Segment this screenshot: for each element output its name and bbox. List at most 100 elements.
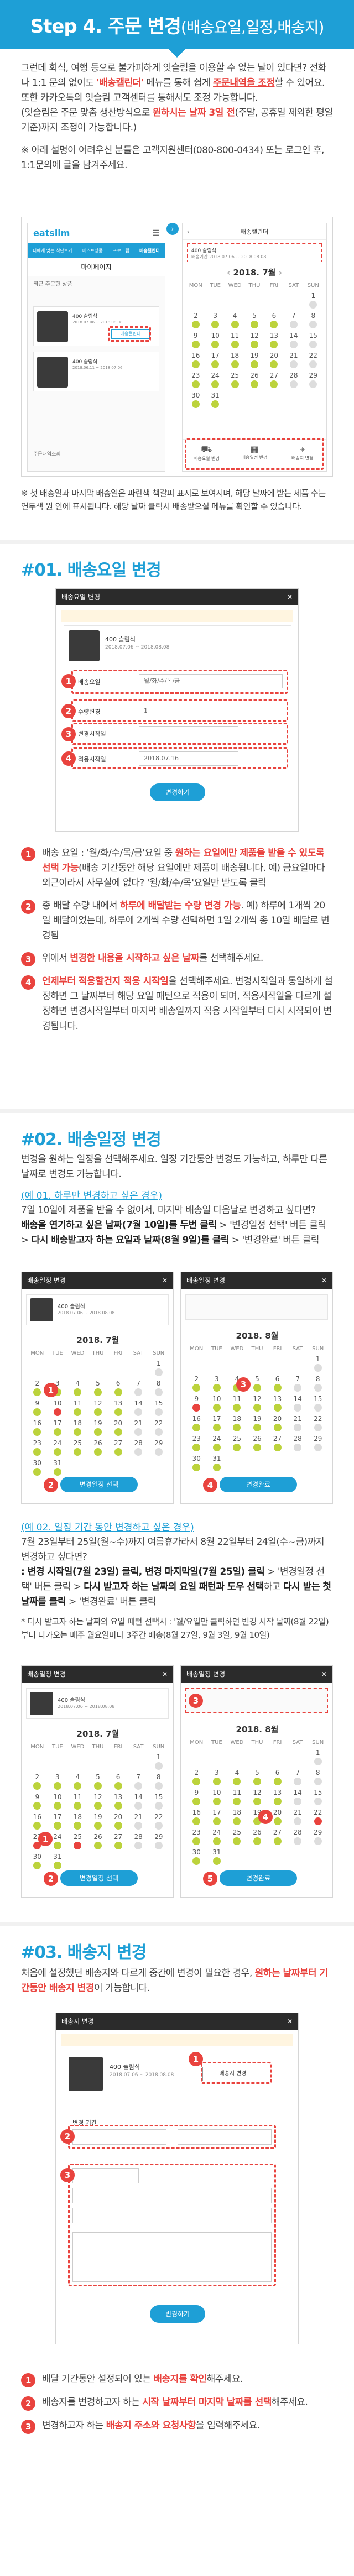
calendar-day[interactable]: 2 [186,1375,207,1392]
calendar-day[interactable]: 8 [148,1773,169,1790]
calendar-day[interactable]: 23 [27,1439,48,1456]
apply-button[interactable]: 변경하기 [150,2305,205,2323]
calendar-day[interactable]: 30 [186,1455,207,1471]
calendar-day[interactable]: 10 [207,1395,227,1412]
calendar-day[interactable]: 3 [207,1769,227,1785]
calendar-day[interactable]: 5 [244,312,264,328]
calendar-day[interactable]: 30 [27,1853,48,1869]
calendar-day[interactable]: 1 [308,1749,328,1765]
calendar-day[interactable]: 24 [205,372,225,388]
calendar-day[interactable]: 13 [267,1789,288,1805]
calendar-day[interactable]: 10 [48,1399,68,1416]
calendar-day[interactable]: 27 [264,372,284,388]
close-icon[interactable]: ✕ [287,589,293,605]
calendar-day[interactable]: 12 [244,332,264,348]
calendar-day[interactable]: 31 [205,391,225,408]
calendar-day[interactable]: 18 [227,1415,247,1431]
calendar-day[interactable]: 25 [227,1435,247,1451]
calendar-day[interactable]: 3 [207,1375,227,1392]
calendar-day[interactable]: 24 [48,1439,68,1456]
calendar-day[interactable]: 18 [227,1809,247,1825]
calendar-day[interactable]: 21 [128,1419,149,1436]
calendar-day[interactable]: 16 [27,1813,48,1830]
menu-icon[interactable]: ☰ [152,229,159,238]
calendar-day[interactable]: 22 [304,352,323,368]
calendar-day[interactable]: 14 [128,1793,149,1810]
calendar-day[interactable]: 29 [148,1439,169,1456]
calendar-day[interactable]: 11 [227,1395,247,1412]
calendar-day[interactable]: 16 [186,1415,207,1431]
calendar-day[interactable]: 13 [264,332,284,348]
calendar-day[interactable]: 26 [244,372,264,388]
calendar-day[interactable]: 9 [186,1395,207,1412]
calendar-day[interactable]: 28 [288,1828,308,1845]
calendar-day[interactable]: 25 [67,1439,88,1456]
calendar-day[interactable]: 6 [108,1380,128,1396]
calendar-day[interactable]: 17 [205,352,225,368]
calendar-day[interactable]: 11 [225,332,244,348]
calendar-day[interactable]: 27 [108,1833,128,1849]
calendar-day[interactable]: 11 [67,1399,88,1416]
calendar-day[interactable]: 3 [48,1773,68,1790]
nav-item[interactable]: 베스트상품 [82,248,103,254]
calendar-day[interactable]: 21 [288,1415,308,1431]
calendar-day[interactable]: 2 [186,312,205,328]
calendar-day[interactable]: 14 [288,1395,308,1412]
calendar-day[interactable]: 8 [308,1375,328,1392]
calendar-day[interactable]: 17 [207,1415,227,1431]
calendar-day[interactable]: 27 [108,1439,128,1456]
calendar-day[interactable]: 12 [88,1793,108,1810]
calendar-day[interactable]: 4 [225,312,244,328]
calendar-day[interactable]: 15 [148,1793,169,1810]
calendar-day[interactable]: 9 [27,1399,48,1416]
calendar-day[interactable]: 13 [108,1793,128,1810]
calendar-day[interactable]: 22 [148,1813,169,1830]
calendar-day[interactable]: 17 [48,1419,68,1436]
calendar-day[interactable]: 20 [108,1813,128,1830]
calendar-day[interactable]: 28 [128,1439,149,1456]
calendar-day[interactable]: 11 [67,1793,88,1810]
calendar-day[interactable]: 6 [264,312,284,328]
complete-button[interactable]: 변경완료 [220,1870,297,1886]
calendar-day[interactable]: 19 [247,1415,268,1431]
nav-item[interactable]: 프로그램 [113,248,129,254]
calendar-day[interactable]: 31 [207,1848,227,1865]
calendar-day[interactable]: 12 [247,1395,268,1412]
calendar-day[interactable]: 14 [128,1399,149,1416]
calendar-day[interactable]: 19 [88,1813,108,1830]
calendar-day[interactable]: 26 [247,1828,268,1845]
calendar-day[interactable]: 31 [48,1853,68,1869]
calendar-day[interactable]: 23 [186,372,205,388]
calendar-day[interactable]: 26 [88,1439,108,1456]
calendar-day[interactable]: 7 [288,1375,308,1392]
calendar-day[interactable]: 25 [227,1828,247,1845]
close-icon[interactable]: ✕ [321,1272,327,1289]
complete-button[interactable]: 변경완료 [220,1477,297,1492]
apply-button[interactable]: 변경하기 [150,783,205,801]
calendar-day[interactable]: 4 [67,1380,88,1396]
calendar-day[interactable]: 29 [308,1828,328,1845]
calendar-day[interactable]: 14 [288,1789,308,1805]
calendar-day[interactable]: 16 [186,352,205,368]
calendar-day[interactable]: 24 [207,1435,227,1451]
select-schedule-button[interactable]: 변경일정 선택 [60,1477,138,1492]
close-icon[interactable]: ✕ [321,1666,327,1683]
order-card-2[interactable]: 400 슬림식 2018.06.11 ~ 2018.07.06 [33,352,159,391]
calendar-day[interactable]: 1 [148,1360,169,1376]
calendar-day[interactable]: 5 [88,1380,108,1396]
calendar-day[interactable]: 28 [288,1435,308,1451]
calendar-day[interactable]: 8 [308,1769,328,1785]
calendar-day[interactable]: 7 [128,1380,149,1396]
calendar-day[interactable]: 22 [148,1419,169,1436]
calendar-day[interactable]: 7 [288,1769,308,1785]
calendar-day[interactable]: 10 [207,1789,227,1805]
eatslim-logo[interactable]: eatslim [33,228,70,238]
calendar-day[interactable]: 23 [186,1435,207,1451]
calendar-day[interactable]: 4 [67,1773,88,1790]
calendar-day[interactable]: 27 [267,1828,288,1845]
calendar-day[interactable]: 22 [308,1415,328,1431]
calendar-day[interactable]: 15 [148,1399,169,1416]
next-month-icon[interactable]: › [279,268,282,278]
calendar-day[interactable]: 18 [67,1419,88,1436]
calendar-day[interactable]: 17 [48,1813,68,1830]
